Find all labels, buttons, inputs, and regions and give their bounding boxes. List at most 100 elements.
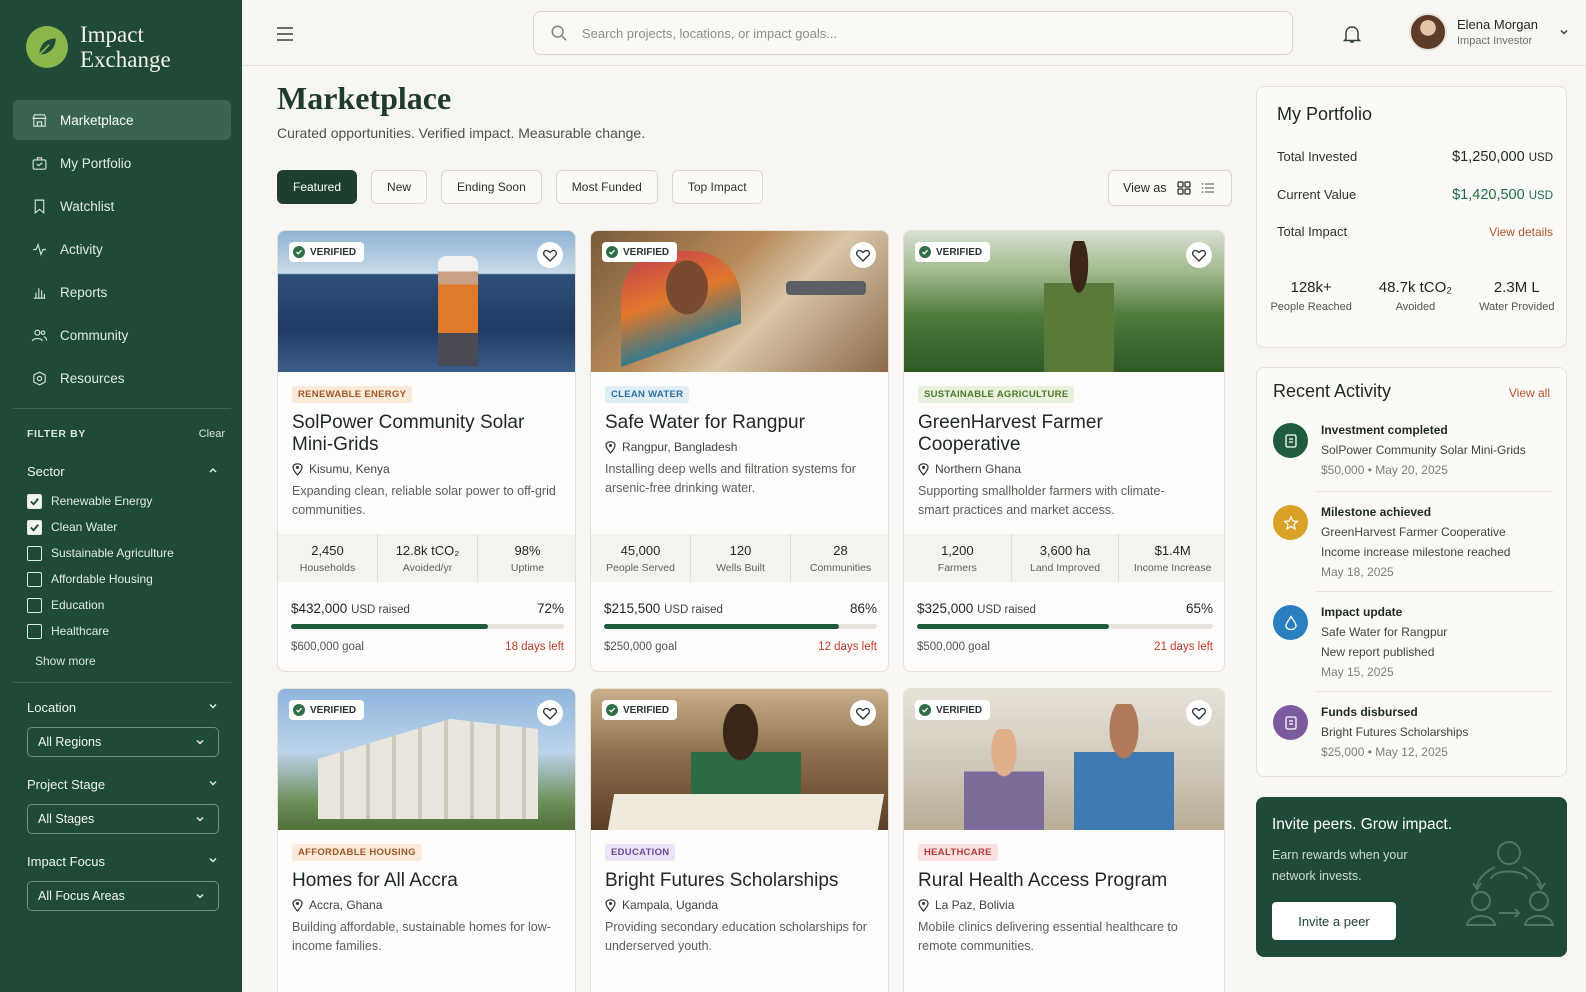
search-icon: [551, 25, 567, 41]
focus-select[interactable]: All Focus Areas: [27, 881, 219, 911]
check-icon: [30, 497, 39, 506]
nav-item-watchlist[interactable]: Watchlist: [13, 186, 231, 226]
checkbox[interactable]: [27, 493, 42, 509]
sector-option-affordable-housing[interactable]: Affordable Housing: [27, 566, 174, 592]
nav-item-activity[interactable]: Activity: [13, 229, 231, 269]
project-card[interactable]: VERIFIED RENEWABLE ENERGY SolPower Commu…: [277, 230, 576, 672]
nav-label: My Portfolio: [60, 155, 132, 171]
sector-option-clean-water[interactable]: Clean Water: [27, 514, 174, 540]
project-card[interactable]: VERIFIED CLEAN WATER Safe Water for Rang…: [590, 230, 889, 672]
stat-value: 48.7k tCO₂: [1378, 279, 1453, 296]
nav-item-marketplace[interactable]: Marketplace: [13, 100, 231, 140]
nav-item-community[interactable]: Community: [13, 315, 231, 355]
nav-item-my-portfolio[interactable]: My Portfolio: [13, 143, 231, 183]
project-card[interactable]: VERIFIED SUSTAINABLE AGRICULTURE GreenHa…: [903, 230, 1225, 672]
nav-item-reports[interactable]: Reports: [13, 272, 231, 312]
clear-filters-link[interactable]: Clear: [199, 428, 225, 440]
sector-option-sustainable-agriculture[interactable]: Sustainable Agriculture: [27, 540, 174, 566]
filter-header: FILTER BY Clear: [27, 428, 225, 440]
invite-peer-button[interactable]: Invite a peer: [1272, 902, 1396, 940]
grid-view-icon[interactable]: [1176, 181, 1191, 195]
divider: [1317, 591, 1553, 592]
heart-icon[interactable]: [1186, 700, 1212, 726]
checkbox[interactable]: [27, 571, 42, 587]
view-details-link[interactable]: View details: [1489, 225, 1553, 239]
hamburger-menu-icon[interactable]: [276, 26, 294, 47]
checkbox[interactable]: [27, 623, 42, 639]
project-title[interactable]: SolPower Community Solar Mini-Grids: [292, 412, 561, 456]
nav-item-resources[interactable]: Resources: [13, 358, 231, 398]
list-view-icon[interactable]: [1201, 181, 1215, 195]
focus-filter-header[interactable]: Impact Focus: [27, 854, 219, 869]
heart-icon[interactable]: [850, 242, 876, 268]
project-description: Building affordable, sustainable homes f…: [292, 920, 551, 953]
nav-label: Reports: [60, 284, 108, 300]
raised-unit: USD raised: [977, 604, 1036, 616]
amount-raised: $432,000: [291, 601, 348, 616]
heart-icon[interactable]: [537, 242, 563, 268]
sector-option-education[interactable]: Education: [27, 592, 174, 618]
sector-option-renewable-energy[interactable]: Renewable Energy: [27, 488, 174, 514]
tab-ending-soon[interactable]: Ending Soon: [441, 170, 542, 204]
check-icon: [919, 246, 931, 258]
stat-label: Communities: [809, 562, 872, 574]
project-title[interactable]: Bright Futures Scholarships: [605, 870, 874, 892]
location-select[interactable]: All Regions: [27, 727, 219, 757]
project-title[interactable]: Homes for All Accra: [292, 870, 561, 892]
project-card[interactable]: VERIFIED HEALTHCARE Rural Health Access …: [903, 688, 1225, 992]
chevron-up-icon: [209, 467, 217, 473]
tab-new[interactable]: New: [371, 170, 428, 204]
checkbox[interactable]: [27, 519, 42, 535]
activity-item[interactable]: Impact update Safe Water for Rangpur New…: [1273, 605, 1553, 679]
sector-label: Sector: [27, 464, 65, 479]
notifications-bell-icon[interactable]: [1342, 24, 1362, 49]
activity-item[interactable]: Milestone achieved GreenHarvest Farmer C…: [1273, 505, 1553, 579]
heart-icon[interactable]: [850, 700, 876, 726]
heart-icon[interactable]: [537, 700, 563, 726]
activity-item[interactable]: Funds disbursed Bright Futures Scholarsh…: [1273, 705, 1553, 759]
project-location: Northern Ghana: [918, 462, 1210, 476]
stat-value: 1,200: [941, 543, 974, 558]
category-badge: CLEAN WATER: [605, 386, 690, 403]
sector-option-healthcare[interactable]: Healthcare: [27, 618, 174, 644]
project-title[interactable]: Safe Water for Rangpur: [605, 412, 874, 434]
project-card[interactable]: VERIFIED AFFORDABLE HOUSING Homes for Al…: [277, 688, 576, 992]
verified-label: VERIFIED: [310, 704, 357, 716]
nav-label: Community: [60, 327, 129, 343]
activity-item[interactable]: Investment completed SolPower Community …: [1273, 423, 1553, 477]
location-filter-header[interactable]: Location: [27, 700, 219, 715]
project-image: VERIFIED: [904, 231, 1224, 372]
view-as-label: View as: [1123, 181, 1167, 195]
tab-featured[interactable]: Featured: [277, 170, 358, 204]
project-location: Accra, Ghana: [292, 898, 561, 912]
verified-badge: VERIFIED: [289, 242, 365, 262]
checkbox[interactable]: [27, 545, 42, 561]
project-card[interactable]: VERIFIED EDUCATION Bright Futures Schola…: [590, 688, 889, 992]
project-image: VERIFIED: [278, 689, 575, 830]
project-title[interactable]: GreenHarvest Farmer Cooperative: [918, 412, 1138, 456]
impact-stat: 128k+ People Reached: [1270, 279, 1351, 313]
show-more-link[interactable]: Show more: [35, 654, 96, 668]
search-input[interactable]: [582, 25, 1182, 41]
activity-title: Investment completed: [1321, 423, 1448, 437]
chevron-down-icon: [196, 893, 204, 899]
user-menu[interactable]: Elena Morgan Impact Investor: [1409, 13, 1570, 51]
stage-select[interactable]: All Stages: [27, 804, 219, 834]
activity-detail: SolPower Community Solar Mini-Grids: [1321, 443, 1526, 457]
sector-filter-header[interactable]: Sector: [27, 464, 219, 479]
checkbox[interactable]: [27, 597, 42, 613]
brand[interactable]: Impact Exchange: [26, 22, 171, 72]
view-all-link[interactable]: View all: [1509, 386, 1550, 400]
stat-label: Avoided/yr: [402, 562, 453, 574]
tab-most-funded[interactable]: Most Funded: [555, 170, 658, 204]
progress-bar: [291, 624, 564, 629]
stage-filter-header[interactable]: Project Stage: [27, 777, 219, 792]
project-title[interactable]: Rural Health Access Program: [918, 870, 1210, 892]
invite-text: Earn rewards when your network invests.: [1272, 848, 1408, 883]
checkbox-label: Education: [51, 598, 105, 612]
tab-top-impact[interactable]: Top Impact: [671, 170, 763, 204]
heart-icon[interactable]: [1186, 242, 1212, 268]
check-icon: [606, 246, 618, 258]
brand-name: Impact Exchange: [80, 22, 171, 72]
divider: [1317, 691, 1553, 692]
